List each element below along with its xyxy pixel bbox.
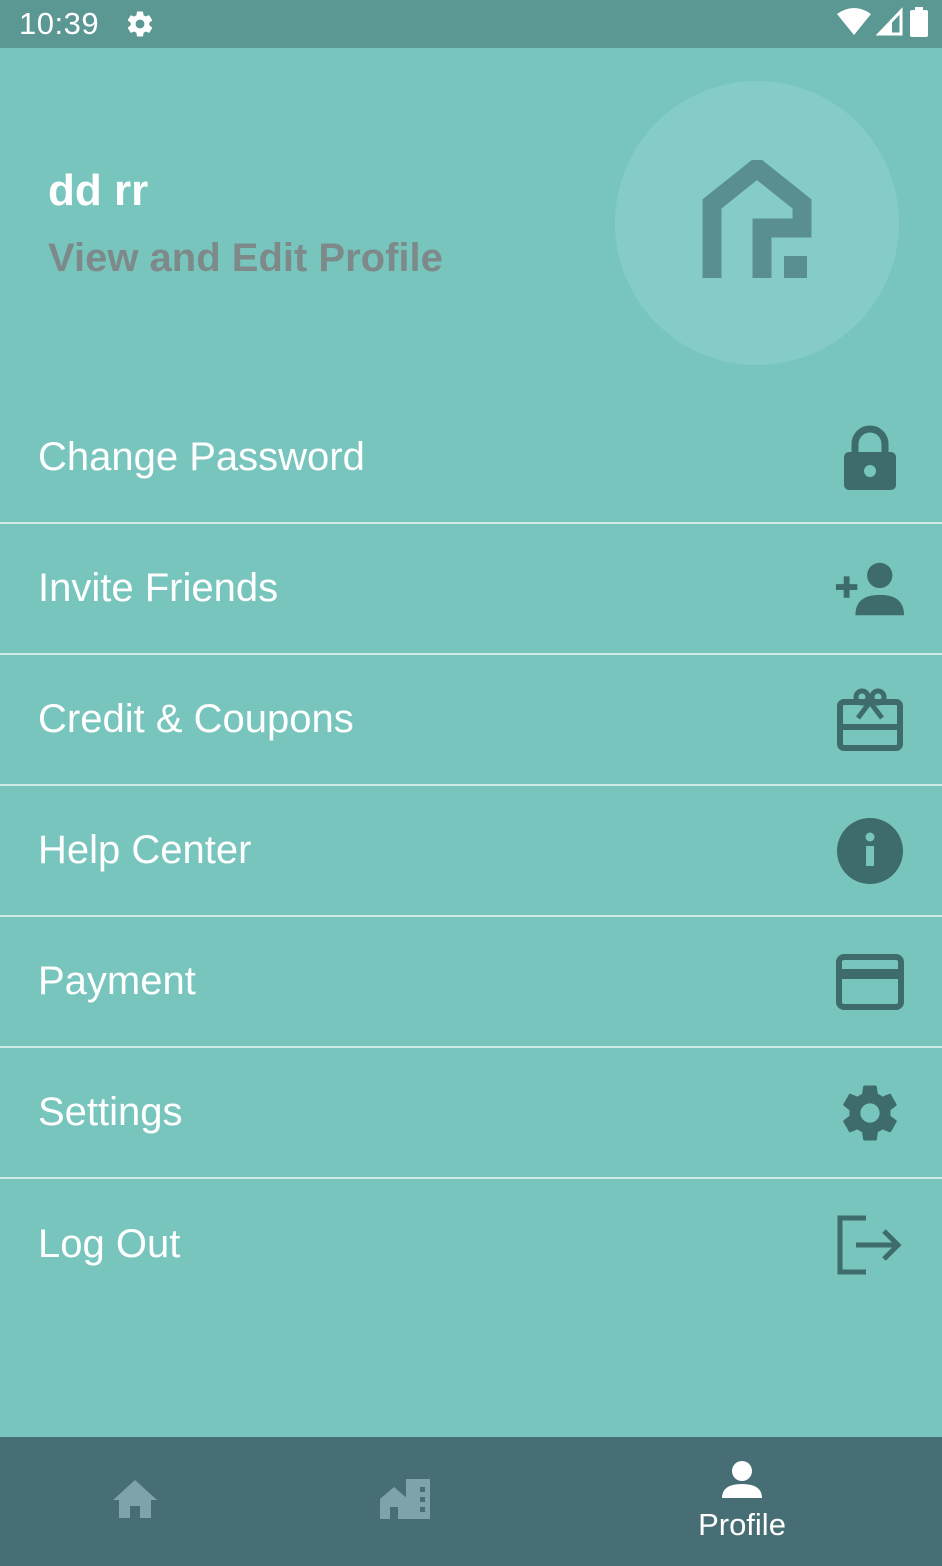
menu-item-invite-friends[interactable]: Invite Friends <box>0 524 942 655</box>
info-icon <box>834 815 906 887</box>
menu-item-label: Help Center <box>38 828 252 872</box>
nav-home[interactable] <box>95 1437 175 1566</box>
menu-item-log-out[interactable]: Log Out <box>0 1179 942 1310</box>
menu-item-settings[interactable]: Settings <box>0 1048 942 1179</box>
user-name: dd rr <box>48 166 149 215</box>
logout-icon <box>834 1209 906 1281</box>
add-person-icon <box>834 553 906 625</box>
home-icon <box>111 1478 159 1525</box>
menu-item-label: Change Password <box>38 435 365 479</box>
status-time: 10:39 <box>19 6 100 41</box>
battery-icon <box>908 6 930 43</box>
house-logo-icon <box>702 155 812 287</box>
view-edit-profile-link[interactable]: View and Edit Profile <box>48 236 443 281</box>
nav-buildings[interactable] <box>365 1437 445 1566</box>
menu-item-change-password[interactable]: Change Password <box>0 393 942 524</box>
nav-profile-label: Profile <box>698 1507 786 1542</box>
nav-profile[interactable]: Profile <box>682 1437 802 1566</box>
cell-signal-icon <box>875 7 904 42</box>
profile-header: dd rr View and Edit Profile <box>0 48 942 393</box>
bottom-navigation: Profile <box>0 1437 942 1566</box>
settings-gear-icon <box>125 9 155 39</box>
lock-icon <box>834 422 906 494</box>
menu-item-label: Credit & Coupons <box>38 697 354 741</box>
status-bar: 10:39 <box>0 0 942 48</box>
menu-item-label: Settings <box>38 1090 183 1134</box>
menu-item-label: Invite Friends <box>38 566 279 610</box>
menu-item-payment[interactable]: Payment <box>0 917 942 1048</box>
menu-item-credit-coupons[interactable]: Credit & Coupons <box>0 655 942 786</box>
profile-menu: Change Password Invite Friends Credit & … <box>0 393 942 1310</box>
menu-item-help-center[interactable]: Help Center <box>0 786 942 917</box>
menu-item-label: Payment <box>38 959 196 1003</box>
credit-card-icon <box>834 946 906 1018</box>
buildings-icon <box>378 1477 432 1526</box>
wifi-icon <box>836 7 872 42</box>
gift-card-icon <box>834 684 906 756</box>
app-logo <box>615 81 899 365</box>
gear-icon <box>834 1077 906 1149</box>
person-icon <box>721 1460 763 1505</box>
menu-item-label: Log Out <box>38 1222 181 1266</box>
